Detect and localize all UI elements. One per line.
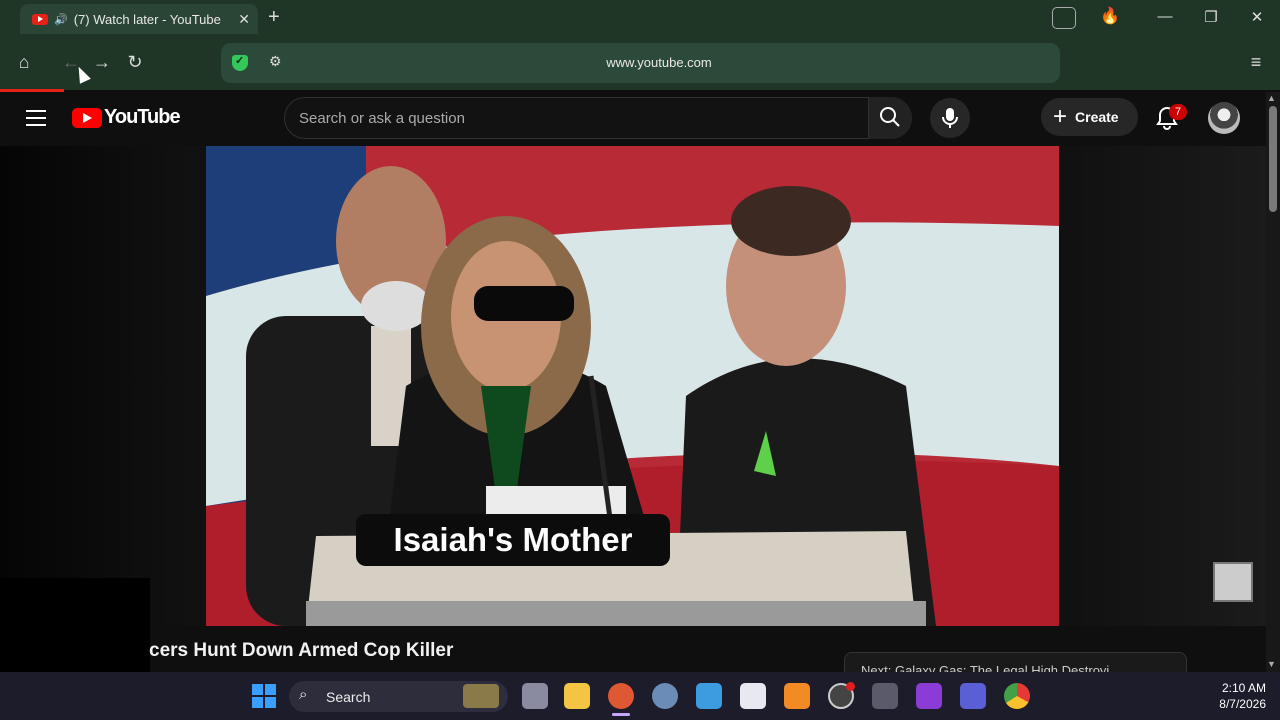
close-window-button[interactable]: ✕ <box>1245 8 1269 26</box>
notification-count-badge: 7 <box>1169 104 1187 120</box>
recording-dot-icon <box>846 682 855 691</box>
text-editor-icon[interactable] <box>960 683 986 709</box>
reload-button[interactable]: ↻ <box>124 52 146 73</box>
microphone-icon <box>942 108 958 128</box>
scrollbar-thumb[interactable] <box>1269 106 1277 212</box>
taskbar-search-label: Search <box>326 689 371 705</box>
split-view-icon[interactable] <box>1052 7 1076 29</box>
chrome-icon[interactable] <box>1004 683 1030 709</box>
tab-title: (7) Watch later - YouTube <box>73 11 221 27</box>
file-explorer-icon[interactable] <box>564 683 590 709</box>
url-text[interactable]: www.youtube.com <box>221 55 1097 70</box>
task-view-icon[interactable] <box>522 683 548 709</box>
search-highlight-image-icon[interactable] <box>463 684 499 708</box>
duckduckgo-browser-icon[interactable] <box>608 683 634 709</box>
browser-tab-active[interactable]: 🔊 (7) Watch later - YouTube ✕ <box>20 4 258 34</box>
avatar[interactable] <box>1208 102 1240 134</box>
notepad-icon[interactable] <box>696 683 722 709</box>
guide-menu-icon[interactable] <box>26 110 46 126</box>
search-placeholder[interactable]: Search or ask a question <box>299 110 465 127</box>
home-button[interactable]: ⌂ <box>13 52 35 73</box>
calculator-icon[interactable] <box>872 683 898 709</box>
speaker-icon[interactable]: 🔊 <box>54 13 68 26</box>
minimize-button[interactable]: — <box>1153 8 1177 25</box>
fl-studio-icon[interactable] <box>784 683 810 709</box>
search-icon <box>880 107 900 127</box>
clipchamp-icon[interactable] <box>916 683 942 709</box>
create-label: Create <box>1075 109 1119 125</box>
search-button[interactable] <box>868 97 912 139</box>
clock-time: 2:10 AM <box>1221 681 1266 695</box>
video-caption-overlay: Isaiah's Mother <box>356 514 670 566</box>
plus-icon: + <box>1053 103 1068 130</box>
flame-icon[interactable]: 🔥 <box>1098 6 1122 26</box>
taskbar-search-icon: ⌕ <box>299 686 308 703</box>
windows-taskbar <box>0 672 1280 720</box>
channel-watermark-icon[interactable] <box>1213 562 1253 602</box>
system-clock[interactable]: 2:10 AM 8/7/2026 <box>1196 680 1266 712</box>
voice-search-button[interactable] <box>930 98 970 138</box>
settings-gear-icon[interactable] <box>652 683 678 709</box>
new-tab-button[interactable]: + <box>268 6 280 29</box>
scroll-down-icon[interactable]: ▼ <box>1267 659 1276 669</box>
browser-menu-button[interactable]: ≡ <box>1245 52 1267 73</box>
windows-start-icon[interactable] <box>252 684 276 708</box>
snipping-tool-icon[interactable] <box>740 683 766 709</box>
youtube-logo-icon[interactable] <box>72 108 102 128</box>
video-title: cers Hunt Down Armed Cop Killer <box>149 640 454 661</box>
active-app-indicator <box>612 713 630 716</box>
create-button[interactable]: + Create <box>1041 98 1138 136</box>
forward-button[interactable]: → <box>91 52 113 73</box>
youtube-logo-text[interactable]: YouTube <box>104 106 181 129</box>
tab-close-button[interactable]: ✕ <box>238 11 250 28</box>
clock-date: 8/7/2026 <box>1219 697 1266 711</box>
youtube-favicon-icon <box>32 13 48 25</box>
restore-button[interactable]: ❐ <box>1199 8 1223 26</box>
scroll-up-icon[interactable]: ▲ <box>1267 93 1276 103</box>
